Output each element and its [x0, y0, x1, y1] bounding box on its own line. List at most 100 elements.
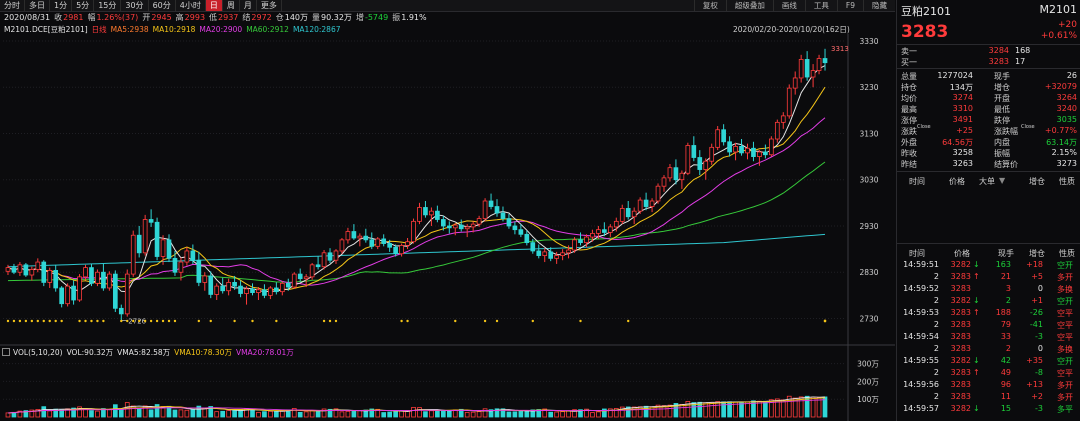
stat-label: 涨停 [901, 116, 917, 125]
tick-time: 14:59:51 [903, 260, 939, 269]
candle-body [274, 287, 279, 293]
volume-bar [112, 404, 118, 418]
tick-nature: 空平 [1057, 333, 1073, 342]
signal-dot [161, 319, 165, 323]
price-tick-label: 2830 [859, 268, 878, 277]
candle-body [214, 285, 220, 295]
volume-bar [250, 408, 255, 418]
volume-bar [524, 410, 530, 418]
tick-oi: +2 [1031, 392, 1043, 401]
candle-body [124, 273, 130, 315]
candle-body [178, 261, 184, 273]
signal-dot [483, 319, 487, 323]
candle-body [739, 146, 744, 154]
bid-price: 3283 [988, 57, 1009, 66]
volume-bar [232, 410, 237, 418]
candle-body [494, 206, 500, 214]
tick-nature: 多平 [1057, 405, 1073, 414]
candle-body [578, 239, 583, 244]
tick-oi: -8 [1035, 368, 1043, 377]
vol-tick-label: 100万 [857, 395, 879, 404]
signal-dot [60, 319, 63, 323]
tick-arrow-icon: ↓ [973, 296, 980, 305]
vol-current: VOL:90.32万 [66, 347, 114, 357]
low-mark: 2726 [128, 317, 146, 325]
price-tick-label: 3330 [859, 37, 878, 46]
signal-dot [42, 319, 45, 323]
tick-time: 14:59:52 [903, 284, 939, 293]
tick-time: 14:59:53 [903, 308, 939, 317]
kline-chart[interactable]: 3330 3230 3130 3030 2930 2830 2730 3313 2726 300万… [0, 0, 895, 421]
volume-bar [560, 411, 565, 418]
signal-dot [233, 319, 236, 323]
signal-dot [48, 319, 51, 323]
volume-bar [476, 411, 482, 418]
collapse-icon[interactable] [2, 348, 10, 356]
volume-bar [202, 408, 208, 418]
volume-bar [566, 410, 571, 418]
candle-body [572, 239, 577, 251]
signal-dot [322, 319, 326, 323]
signal-dot [24, 319, 28, 323]
price-tick-label: 3030 [859, 176, 878, 185]
candle-body [590, 232, 595, 238]
candle-body [136, 234, 142, 254]
volume-bar [715, 401, 721, 418]
candle-body [637, 199, 643, 212]
candle-body [35, 261, 41, 270]
signal-dot [454, 319, 457, 323]
change-pct: +0.61% [1040, 31, 1077, 41]
stat-value: +32079 [1044, 82, 1077, 91]
tick-nature: 空开 [1057, 357, 1073, 366]
tick-nature: 多开 [1057, 273, 1073, 282]
candle-body [584, 236, 589, 244]
candle-body [220, 285, 226, 292]
signal-dot [328, 319, 332, 323]
stats-row: 昨收 3258 振幅 2.15% [897, 148, 1080, 158]
candle-body [309, 264, 315, 278]
tick-nature: 多开 [1057, 381, 1073, 390]
candle-body [548, 251, 554, 259]
candle-body [691, 145, 697, 158]
candle-body [786, 87, 792, 117]
stat-value: 3264 [1056, 93, 1077, 102]
stat-label: 现手 [994, 72, 1010, 81]
volume-bar [470, 411, 476, 418]
tick-time: 2 [933, 344, 939, 353]
candle-body [440, 219, 446, 227]
stat-label: 开盘 [994, 94, 1010, 103]
volume-bar [357, 410, 363, 418]
candle-body [566, 249, 571, 254]
stat-label: 跌停 [994, 116, 1010, 125]
tick-oi: +13 [1026, 380, 1043, 389]
candle-body [107, 273, 112, 289]
candle-body [476, 218, 482, 225]
volume-bar [172, 409, 178, 418]
stat-value: 3491 [952, 115, 973, 124]
volume-bar [41, 406, 47, 418]
stats-row: 最高 3310 最低 3240 [897, 104, 1080, 114]
candle-body [250, 288, 255, 293]
volume-bar [262, 411, 267, 418]
candle-body [196, 259, 202, 283]
candle-body [524, 233, 530, 244]
tick-volume: 42 [1000, 356, 1011, 365]
candle-body [202, 275, 208, 283]
tick-price: 3283 [950, 368, 971, 377]
tick-price: 3283 [950, 344, 971, 353]
bid-volume: 17 [1015, 57, 1026, 66]
volume-bar [95, 410, 100, 418]
divider [897, 243, 1080, 244]
tick-volume: 163 [995, 260, 1011, 269]
tick-row: 14:59:53 3283 ↑ 188 -26 空平 [897, 308, 1080, 318]
candle-body [83, 267, 88, 278]
candle-body [643, 199, 649, 207]
volume-bar [703, 402, 709, 418]
signal-dot [406, 319, 409, 323]
candle-body [101, 271, 106, 289]
chevron-down-icon[interactable]: ▼ [999, 176, 1005, 185]
candle-body [118, 307, 124, 315]
candle-body [238, 285, 243, 294]
tick-row: 14:59:51 3282 ↓ 163 +18 空开 [897, 260, 1080, 270]
candle-body [613, 220, 619, 228]
